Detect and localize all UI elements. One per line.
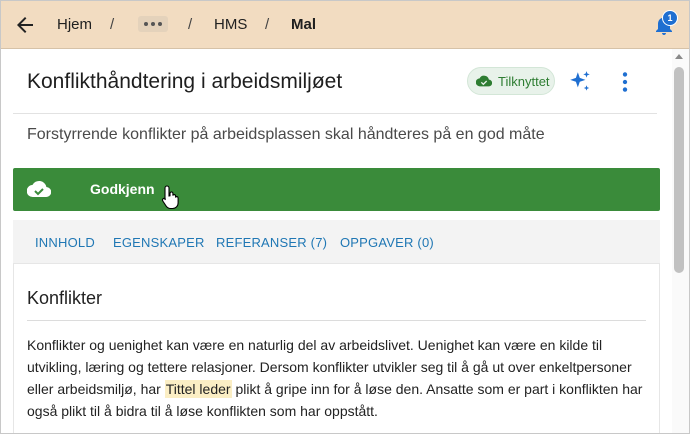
approve-button[interactable]: Godkjenn <box>13 168 660 211</box>
scroll-up-icon[interactable] <box>675 54 683 59</box>
divider <box>13 113 657 114</box>
breadcrumb-home[interactable]: Hjem <box>57 16 92 33</box>
sparkle-icon[interactable] <box>567 69 593 95</box>
hand-cursor-icon <box>161 185 179 210</box>
more-dots-icon <box>144 22 148 26</box>
app-window: Hjem / / HMS / Mal 1 Konflikthåndtering … <box>0 0 690 434</box>
breadcrumb-separator: / <box>188 16 193 33</box>
breadcrumb-more-button[interactable] <box>138 16 168 32</box>
tab-oppgaver[interactable]: OPPGAVER (0) <box>340 235 434 250</box>
kebab-icon[interactable] <box>612 69 638 95</box>
breadcrumb-separator: / <box>265 16 270 33</box>
tab-bar: INNHOLD EGENSKAPER REFERANSER (7) OPPGAV… <box>13 220 660 263</box>
divider <box>27 320 646 321</box>
tab-innhold[interactable]: INNHOLD <box>35 235 95 250</box>
tab-referanser[interactable]: REFERANSER (7) <box>216 235 327 250</box>
section-heading: Konflikter <box>27 288 103 308</box>
content-paragraph: Konflikter og uenighet kan være en natur… <box>27 334 652 422</box>
back-arrow-icon[interactable] <box>13 13 37 37</box>
page-title: Konflikthåndtering i arbeidsmiljøet <box>27 70 343 93</box>
scrollbar-thumb[interactable] <box>674 67 684 273</box>
highlighted-field[interactable]: Tittel leder <box>164 380 232 398</box>
page-subtitle: Forstyrrende konflikter på arbeidsplasse… <box>27 126 545 143</box>
top-bar: Hjem / / HMS / Mal 1 <box>1 1 689 49</box>
breadcrumb-separator: / <box>110 16 115 33</box>
breadcrumb-hms[interactable]: HMS <box>214 16 247 33</box>
breadcrumb-current: Mal <box>291 16 317 33</box>
notification-badge: 1 <box>662 10 678 26</box>
cloud-check-icon <box>476 75 492 87</box>
approve-button-label: Godkjenn <box>90 181 155 197</box>
tab-egenskaper[interactable]: EGENSKAPER <box>113 235 205 250</box>
status-chip-label: Tilknyttet <box>498 73 550 89</box>
status-chip[interactable]: Tilknyttet <box>467 67 555 95</box>
cloud-check-icon <box>27 180 51 198</box>
